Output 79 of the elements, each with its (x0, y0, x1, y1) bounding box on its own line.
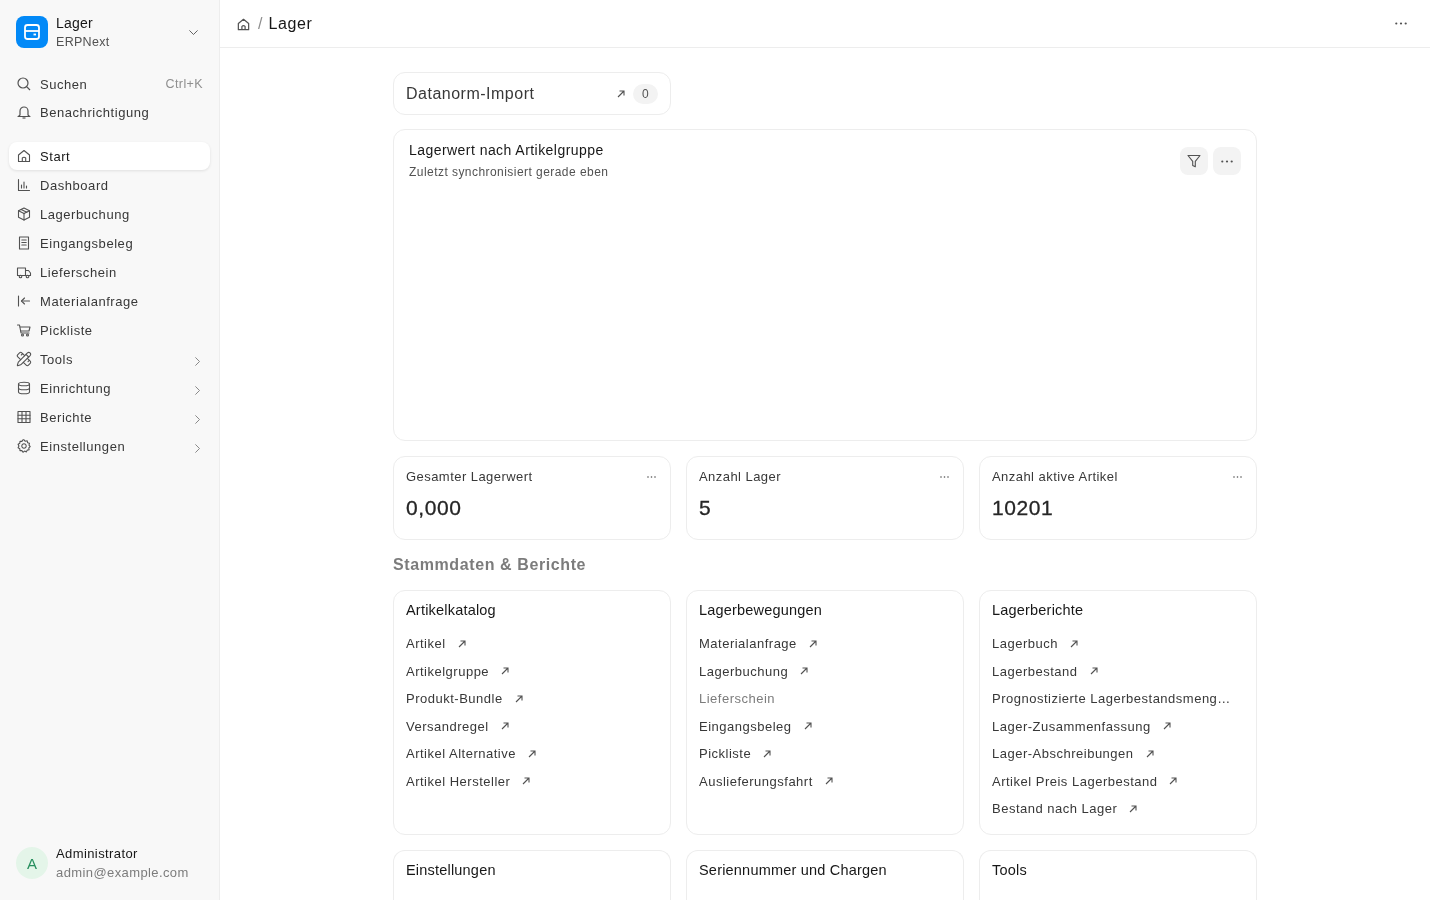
search-icon (16, 76, 32, 92)
sidebar-item[interactable]: Start (9, 142, 210, 170)
more-icon (1395, 22, 1407, 25)
settings-icon (16, 438, 32, 454)
chart-title: Lagerwert nach Artikelgruppe (409, 141, 604, 160)
bell-icon (16, 104, 32, 120)
card-label: Anzahl Lager (699, 468, 781, 486)
card-title: Tools (992, 860, 1027, 880)
sidebar-item[interactable]: Einstellungen (9, 432, 210, 460)
arrow-left-bar-icon (16, 293, 32, 309)
card-title: Seriennummer und Chargen (699, 860, 887, 880)
sidebar-item[interactable]: Dashboard (9, 171, 210, 199)
link-item[interactable]: Lager-Abschreibungen (992, 740, 1154, 768)
link-item[interactable]: Prognostizierte Lagerbestandsmeng… (992, 685, 1231, 713)
link-item[interactable]: Artikel Hersteller (406, 767, 531, 795)
sidebar-item[interactable]: Lagerbuchung (9, 200, 210, 228)
pencil-ruler-icon (16, 351, 32, 367)
link-item[interactable]: Pickliste (699, 740, 772, 768)
search-button[interactable]: Suchen Ctrl+K (9, 70, 210, 98)
breadcrumb-current[interactable]: Lager (268, 14, 313, 33)
chevron-down-icon (189, 29, 198, 35)
app-subtitle: ERPNext (56, 33, 111, 51)
sidebar-item[interactable]: Einrichtung (9, 374, 210, 402)
link-item[interactable]: Lager-Zusammenfassung (992, 712, 1171, 740)
card-title: Artikelkatalog (406, 601, 496, 620)
document-icon (16, 235, 32, 251)
more-button[interactable] (1213, 147, 1241, 175)
shortcut-card[interactable]: Datanorm-Import 0 (393, 72, 671, 115)
count-badge: 0 (633, 83, 658, 104)
chart-subtitle: Zuletzt synchronisiert gerade eben (409, 164, 609, 181)
sidebar-item[interactable]: Eingangsbeleg (9, 229, 210, 257)
link-item[interactable]: Produkt-Bundle (406, 685, 523, 713)
link-item[interactable]: Materialanfrage (699, 630, 817, 658)
user-name: Administrator (56, 845, 139, 863)
arrow-up-right-icon (617, 89, 625, 98)
link-item[interactable]: Artikel Preis Lagerbestand (992, 767, 1178, 795)
user-email: admin@example.com (56, 864, 189, 882)
avatar[interactable]: A (16, 847, 48, 879)
table-icon (16, 409, 32, 425)
sidebar-item[interactable]: Berichte (9, 403, 210, 431)
sidebar-item[interactable]: Pickliste (9, 316, 210, 344)
card-value: 5 (699, 495, 712, 521)
shortcut-hint: Ctrl+K (165, 77, 203, 91)
link-item[interactable]: Artikel Alternative (406, 740, 536, 768)
cart-icon (16, 322, 32, 338)
card-title: Einstellungen (406, 860, 496, 880)
app-switcher[interactable]: Lager ERPNext (9, 14, 210, 50)
card-title: Lagerberichte (992, 601, 1084, 620)
bar-chart-icon (16, 177, 32, 193)
home-icon[interactable] (236, 16, 251, 32)
link-item[interactable]: Versandregel (406, 712, 509, 740)
section-title: Stammdaten & Berichte (393, 555, 587, 575)
sidebar-item[interactable]: Materialanfrage (9, 287, 210, 315)
link-item[interactable]: Artikel (406, 630, 466, 658)
link-item[interactable]: Auslieferungsfahrt (699, 767, 833, 795)
card-label: Anzahl aktive Artikel (992, 468, 1118, 486)
card-value: 0,000 (406, 495, 462, 521)
link-item[interactable]: Lagerbestand (992, 657, 1098, 685)
more-icon (1221, 159, 1233, 163)
home-icon (16, 148, 32, 164)
link-item[interactable]: Bestand nach Lager (992, 795, 1138, 823)
package-icon (16, 16, 48, 48)
link-item[interactable]: Lagerbuch (992, 630, 1078, 658)
breadcrumb-separator: / (258, 14, 263, 33)
sidebar-item[interactable]: Lieferschein (9, 258, 210, 286)
card-title: Lagerbewegungen (699, 601, 823, 620)
card-label: Gesamter Lagerwert (406, 468, 533, 486)
sidebar-item[interactable]: Tools (9, 345, 210, 373)
link-item[interactable]: Artikelgruppe (406, 657, 510, 685)
truck-icon (16, 264, 32, 280)
notifications-button[interactable]: Benachrichtigung (9, 98, 210, 126)
link-item[interactable]: Eingangsbeleg (699, 712, 812, 740)
app-title: Lager (56, 13, 94, 33)
link-item[interactable]: Lagerbuchung (699, 657, 809, 685)
cube-icon (16, 206, 32, 222)
database-icon (16, 380, 32, 396)
filter-button[interactable] (1180, 147, 1208, 175)
filter-icon (1187, 154, 1201, 168)
card-value: 10201 (992, 495, 1054, 521)
